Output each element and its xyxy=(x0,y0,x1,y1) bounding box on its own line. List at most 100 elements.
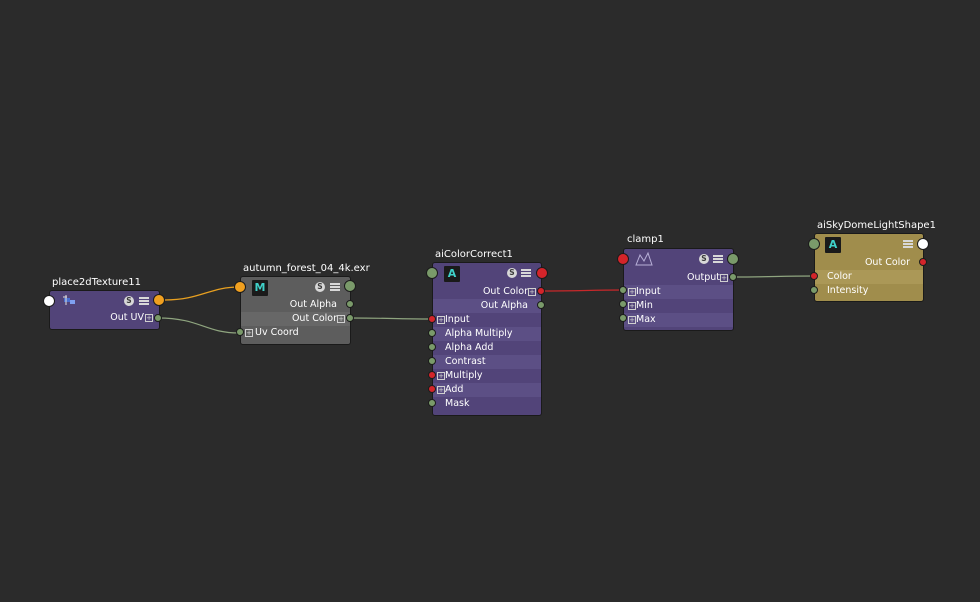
expand-icon[interactable]: + xyxy=(628,302,636,310)
expand-icon[interactable]: + xyxy=(437,372,445,380)
attr-label: Color xyxy=(827,271,852,282)
clamp-icon xyxy=(634,251,654,267)
attr-row-input: + Input xyxy=(624,285,733,299)
attr-label: Out Color xyxy=(482,286,528,297)
attr-label: Contrast xyxy=(445,356,486,367)
out-color-port[interactable] xyxy=(919,258,927,266)
color-port[interactable] xyxy=(810,272,818,280)
attr-label: Out Alpha xyxy=(289,299,337,310)
attribute-menu-icon[interactable] xyxy=(139,296,149,306)
wire-outcolor-to-input xyxy=(349,317,432,320)
multiply-port[interactable] xyxy=(428,371,436,379)
node-title-place2d: place2dTexture11 xyxy=(52,277,141,288)
attribute-menu-icon[interactable] xyxy=(903,239,913,249)
attr-row-multiply: + Multiply xyxy=(433,369,541,383)
node-input-port[interactable] xyxy=(808,238,820,250)
out-color-port[interactable] xyxy=(537,287,545,295)
wire-outcolor-to-clamp-input xyxy=(540,289,624,292)
attr-row-contrast: Contrast xyxy=(433,355,541,369)
node-input-port[interactable] xyxy=(43,295,55,307)
expand-icon[interactable]: + xyxy=(337,315,345,323)
attr-label: Uv Coord xyxy=(255,327,299,338)
attr-label: Out UV xyxy=(110,312,144,323)
max-port[interactable] xyxy=(619,314,627,322)
attr-label: Output xyxy=(687,272,720,283)
node-ai-skydome-light[interactable]: A Out Color Color Intensity xyxy=(814,233,924,302)
mask-port[interactable] xyxy=(428,399,436,407)
node-file-texture[interactable]: M S Out Alpha Out Color + + Uv Coord xyxy=(240,276,351,345)
attr-row-out-uv: Out UV + xyxy=(50,311,159,325)
alpha-add-port[interactable] xyxy=(428,343,436,351)
expand-icon[interactable]: + xyxy=(145,314,153,322)
node-output-port[interactable] xyxy=(153,294,165,306)
node-output-port[interactable] xyxy=(727,253,739,265)
expand-icon[interactable]: + xyxy=(628,316,636,324)
attr-row-mask: Mask xyxy=(433,397,541,411)
node-input-port[interactable] xyxy=(617,253,629,265)
attr-row-out-color: Out Color + xyxy=(241,312,350,326)
out-alpha-port[interactable] xyxy=(346,300,354,308)
node-title-clamp: clamp1 xyxy=(627,234,664,245)
input-port[interactable] xyxy=(428,315,436,323)
attr-label: Out Color xyxy=(864,257,910,268)
expand-icon[interactable]: + xyxy=(245,329,253,337)
node-input-port[interactable] xyxy=(426,267,438,279)
attr-label: Input xyxy=(445,314,470,325)
node-input-port[interactable] xyxy=(234,281,246,293)
contrast-port[interactable] xyxy=(428,357,436,365)
attr-label: Multiply xyxy=(445,370,483,381)
node-output-port[interactable] xyxy=(536,267,548,279)
expand-icon[interactable]: + xyxy=(437,386,445,394)
attr-label: Alpha Add xyxy=(445,342,494,353)
attr-row-out-color: Out Color + xyxy=(433,285,541,299)
out-color-port[interactable] xyxy=(346,314,354,322)
attr-label: Min xyxy=(636,300,653,311)
swatch-toggle-button[interactable]: S xyxy=(507,268,517,278)
attr-label: Alpha Multiply xyxy=(445,328,513,339)
min-port[interactable] xyxy=(619,300,627,308)
wire-output-to-color xyxy=(732,275,816,278)
attr-label: Out Alpha xyxy=(480,300,528,311)
node-ai-color-correct[interactable]: A S Out Color + Out Alpha + Input Alpha … xyxy=(432,262,542,416)
attr-row-alpha-add: Alpha Add xyxy=(433,341,541,355)
out-uv-port[interactable] xyxy=(154,314,162,322)
arnold-icon: A xyxy=(444,266,460,282)
attr-label: Add xyxy=(445,384,464,395)
attr-label: Input xyxy=(636,286,661,297)
expand-icon[interactable]: + xyxy=(528,288,536,296)
node-output-port[interactable] xyxy=(344,280,356,292)
node-title-skydome: aiSkyDomeLightShape1 xyxy=(817,220,936,231)
node-editor-canvas[interactable]: place2dTexture11 S Out UV + autumn_fores… xyxy=(0,0,980,602)
expand-icon[interactable]: + xyxy=(720,274,728,282)
attribute-menu-icon[interactable] xyxy=(521,268,531,278)
intensity-port[interactable] xyxy=(810,286,818,294)
swatch-toggle-button[interactable]: S xyxy=(315,282,325,292)
swatch-toggle-button[interactable]: S xyxy=(699,254,709,264)
attr-row-color: Color xyxy=(815,270,923,284)
expand-icon[interactable]: + xyxy=(628,288,636,296)
attr-row-uv-coord: + Uv Coord xyxy=(241,326,350,340)
node-clamp[interactable]: S Output + + Input + Min + Max xyxy=(623,248,734,331)
attr-label: Out Color xyxy=(291,313,337,324)
swatch-toggle-button[interactable]: S xyxy=(124,296,134,306)
attribute-menu-icon[interactable] xyxy=(330,282,340,292)
node-place2d[interactable]: S Out UV + xyxy=(49,290,160,330)
alpha-multiply-port[interactable] xyxy=(428,329,436,337)
place2d-texture-icon xyxy=(62,295,78,307)
input-port[interactable] xyxy=(619,286,627,294)
wire-outuv-to-uvcoord xyxy=(157,317,240,334)
out-alpha-port[interactable] xyxy=(537,301,545,309)
arnold-icon: A xyxy=(825,237,841,253)
node-output-port[interactable] xyxy=(917,238,929,250)
attr-label: Mask xyxy=(445,398,470,409)
output-port[interactable] xyxy=(729,273,737,281)
add-port[interactable] xyxy=(428,385,436,393)
attr-label: Intensity xyxy=(827,285,869,296)
attr-row-intensity: Intensity xyxy=(815,284,923,298)
uv-coord-port[interactable] xyxy=(236,328,244,336)
attribute-menu-icon[interactable] xyxy=(713,254,723,264)
attr-row-out-alpha: Out Alpha xyxy=(433,299,541,313)
attr-row-output: Output + xyxy=(624,271,733,285)
node-title-file: autumn_forest_04_4k.exr xyxy=(243,263,370,274)
expand-icon[interactable]: + xyxy=(437,316,445,324)
